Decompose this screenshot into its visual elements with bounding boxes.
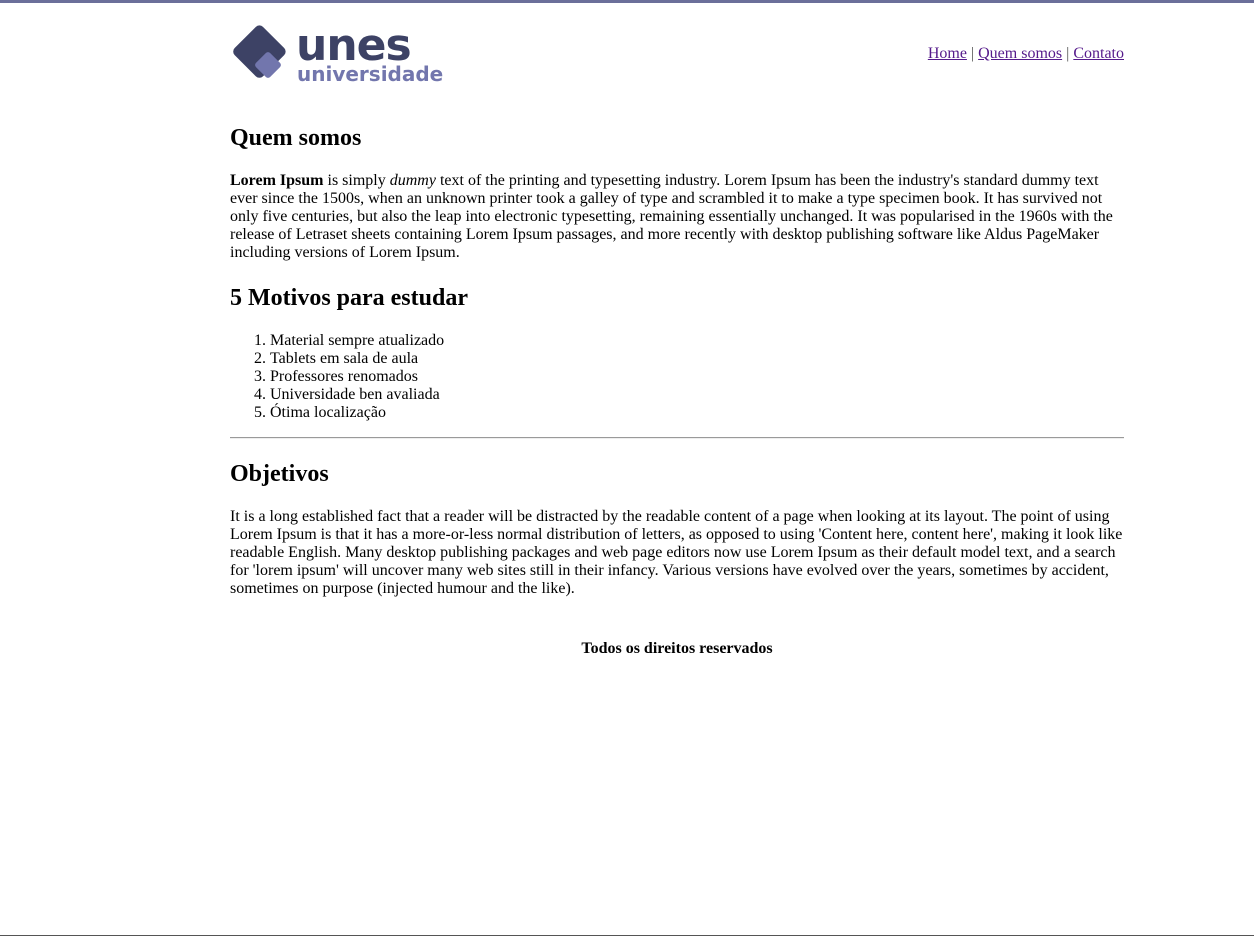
nav-link-quem-somos[interactable]: Quem somos bbox=[978, 45, 1062, 62]
list-item: Material sempre atualizado bbox=[270, 332, 1124, 350]
site-header: unes universidade Home | Quem somos | Contat… bbox=[230, 3, 1124, 95]
paragraph-quem-somos: Lorem Ipsum is simply dummy text of the … bbox=[230, 172, 1124, 262]
lead-bold-text: Lorem Ipsum bbox=[230, 172, 324, 189]
motivos-list: Material sempre atualizado Tablets em sa… bbox=[230, 332, 1124, 422]
paragraph-text: is simply bbox=[323, 172, 390, 189]
section-divider bbox=[230, 437, 1124, 439]
unes-logo[interactable]: unes universidade bbox=[230, 23, 444, 85]
list-item: Professores renomados bbox=[270, 368, 1124, 386]
paragraph-objetivos: It is a long established fact that a rea… bbox=[230, 508, 1123, 597]
list-item: Universidade ben avaliada bbox=[270, 386, 1124, 404]
list-item: Ótima localização bbox=[270, 404, 1124, 422]
section-quem-somos: Quem somos Lorem Ipsum is simply dummy t… bbox=[230, 124, 1124, 262]
top-nav: Home | Quem somos | Contato bbox=[928, 45, 1124, 63]
section-motivos: 5 Motivos para estudar Material sempre a… bbox=[230, 284, 1124, 422]
heading-motivos: 5 Motivos para estudar bbox=[230, 285, 468, 311]
section-objetivos: Objetivos It is a long established fact … bbox=[230, 460, 1124, 598]
emphasis-text: dummy bbox=[389, 172, 436, 189]
logo-subtitle-text: universidade bbox=[297, 62, 443, 85]
heading-objetivos: Objetivos bbox=[230, 461, 329, 487]
site-footer: Todos os direitos reservados bbox=[230, 640, 1124, 658]
nav-separator: | bbox=[1066, 45, 1070, 62]
nav-separator: | bbox=[970, 45, 975, 62]
heading-quem-somos: Quem somos bbox=[230, 125, 362, 151]
nav-link-contato[interactable]: Contato bbox=[1073, 45, 1124, 62]
logo-diamond-dark bbox=[233, 25, 286, 78]
list-item: Tablets em sala de aula bbox=[270, 350, 1124, 368]
nav-link-home[interactable]: Home bbox=[928, 45, 967, 62]
page-container: unes universidade Home | Quem somos | Contat… bbox=[230, 3, 1124, 658]
footer-text: Todos os direitos reservados bbox=[581, 640, 773, 657]
